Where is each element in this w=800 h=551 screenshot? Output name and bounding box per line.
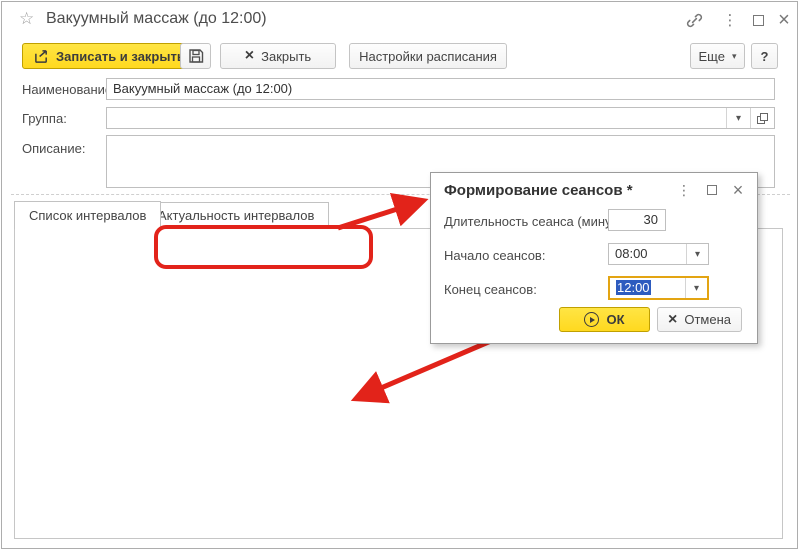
more-button[interactable]: Еще ▾ — [690, 43, 745, 69]
end-input[interactable]: 12:00 ▾ — [608, 276, 709, 300]
window-menu-icon[interactable]: ⋮ — [718, 8, 742, 32]
end-label: Конец сеансов: — [444, 282, 537, 297]
duration-label: Длительность сеанса (минут): — [444, 214, 625, 229]
ok-play-icon — [584, 312, 599, 327]
cancel-x-icon: × — [668, 312, 677, 328]
chevron-down-icon: ▾ — [732, 51, 737, 62]
group-input[interactable]: ▾ — [106, 107, 775, 129]
window-close-icon[interactable]: × — [772, 8, 796, 32]
floppy-icon — [188, 48, 204, 64]
help-label: ? — [761, 49, 769, 64]
schedule-settings-button[interactable]: Настройки расписания — [349, 43, 507, 69]
title-bar: ☆ Вакуумный массаж (до 12:00) ⋮ × — [2, 2, 797, 38]
end-value[interactable]: 12:00 — [616, 280, 651, 295]
generate-sessions-dialog: Формирование сеансов * ⋮ × Длительность … — [430, 172, 758, 344]
name-label: Наименование: — [22, 82, 116, 97]
dialog-close-icon[interactable]: × — [727, 179, 749, 201]
favorite-star-icon[interactable]: ☆ — [19, 9, 34, 29]
tab-interval-list[interactable]: Список интервалов — [14, 201, 161, 229]
help-button[interactable]: ? — [751, 43, 778, 69]
start-input[interactable]: 08:00 ▾ — [608, 243, 709, 265]
window-title: Вакуумный массаж (до 12:00) — [46, 10, 267, 28]
close-button[interactable]: × Закрыть — [220, 43, 336, 69]
description-label: Описание: — [22, 141, 85, 156]
dialog-menu-icon[interactable]: ⋮ — [673, 179, 695, 201]
save-button[interactable] — [180, 43, 211, 69]
cancel-button[interactable]: × Отмена — [657, 307, 742, 332]
dialog-maximize-icon[interactable] — [701, 179, 723, 201]
link-icon[interactable] — [682, 8, 706, 32]
duration-input[interactable]: 30 — [608, 209, 666, 231]
save-and-close-button[interactable]: Записать и закрыть — [22, 43, 197, 69]
start-value[interactable]: 08:00 — [609, 244, 686, 264]
save-close-label: Записать и закрыть — [56, 49, 185, 64]
cancel-label: Отмена — [684, 312, 731, 327]
save-close-icon — [34, 49, 49, 64]
ok-label: ОК — [606, 312, 624, 327]
schedule-settings-label: Настройки расписания — [359, 49, 497, 64]
group-label: Группа: — [22, 111, 67, 126]
end-dropdown-icon[interactable]: ▾ — [685, 278, 707, 298]
group-open-icon[interactable] — [750, 108, 774, 128]
dialog-title: Формирование сеансов * — [444, 182, 633, 199]
tab-interval-actuality[interactable]: Актуальность интервалов — [143, 202, 329, 228]
more-label: Еще — [699, 49, 725, 64]
close-label: Закрыть — [261, 49, 311, 64]
tab-interval-actuality-label: Актуальность интервалов — [158, 208, 314, 223]
tab-interval-list-label: Список интервалов — [29, 208, 146, 223]
group-dropdown-icon[interactable]: ▾ — [726, 108, 750, 128]
group-value[interactable] — [107, 108, 726, 128]
maximize-icon[interactable] — [746, 8, 770, 32]
close-x-icon: × — [245, 48, 254, 64]
start-dropdown-icon[interactable]: ▾ — [686, 244, 708, 264]
name-input[interactable]: Вакуумный массаж (до 12:00) — [106, 78, 775, 100]
start-label: Начало сеансов: — [444, 248, 545, 263]
ok-button[interactable]: ОК — [559, 307, 650, 332]
